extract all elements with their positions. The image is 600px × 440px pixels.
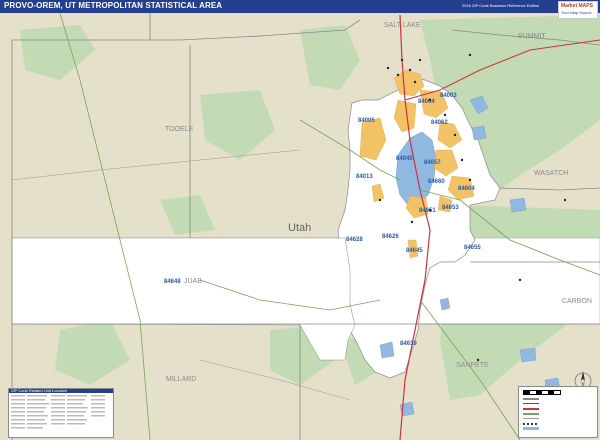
title-bar: PROVO-OREM, UT METROPOLITAN STATISTICAL … xyxy=(0,0,600,13)
map-title: PROVO-OREM, UT METROPOLITAN STATISTICAL … xyxy=(4,1,223,10)
publisher-logo: Market MAPS Your Map Source xyxy=(558,1,598,19)
zip-table-rows xyxy=(11,395,105,429)
zip-label-84013: 84013 xyxy=(356,174,373,180)
county-label-sanpete: SANPETE xyxy=(456,362,489,369)
map-canvas: SALT LAKE SUMMIT TOOELE WASATCH Utah JUA… xyxy=(0,13,600,440)
county-label-wasatch: WASATCH xyxy=(534,170,568,177)
legend-row-county xyxy=(523,397,593,400)
county-label-utah: Utah xyxy=(288,222,311,234)
edition-label: 2016 ZIP Code Business Reference Edition xyxy=(462,3,540,8)
zip-label-84648: 84648 xyxy=(164,279,181,285)
zip-label-84003: 84003 xyxy=(440,93,457,99)
zip-label-84604: 84604 xyxy=(458,186,475,192)
map-legend xyxy=(518,386,598,438)
zip-label-84005: 84005 xyxy=(358,118,375,124)
county-label-juab: JUAB xyxy=(184,278,202,285)
legend-row-us-highway xyxy=(523,412,593,415)
zip-label-84653: 84653 xyxy=(442,205,459,211)
zip-label-84045: 84045 xyxy=(396,156,413,162)
county-label-millard: MILLARD xyxy=(166,376,196,383)
zip-label-84639: 84639 xyxy=(400,341,417,347)
zip-label-84057: 84057 xyxy=(424,160,441,166)
zip-table-body xyxy=(9,393,113,434)
county-label-salt-lake: SALT LAKE xyxy=(384,22,421,29)
zip-label-84645: 84645 xyxy=(406,248,423,254)
zip-label-84660: 84660 xyxy=(428,179,445,185)
county-label-tooele: TOOELE xyxy=(165,126,194,133)
zip-label-84628: 84628 xyxy=(346,237,363,243)
zip-label-84655: 84655 xyxy=(464,245,481,251)
zip-label-84626: 84626 xyxy=(382,234,399,240)
zip-code-table: ZIP Code Related Unit Location xyxy=(8,388,114,438)
legend-row-water xyxy=(523,427,593,430)
logo-subtext: Your Map Source xyxy=(561,10,592,15)
scale-bar xyxy=(523,390,561,395)
legend-row-state-road xyxy=(523,417,593,420)
legend-row-interstate xyxy=(523,407,593,410)
zip-label-84004: 84004 xyxy=(418,99,435,105)
legend-row-zip xyxy=(523,402,593,405)
county-label-carbon: CARBON xyxy=(562,298,592,305)
logo-text: Market MAPS xyxy=(561,3,593,9)
county-label-summit: SUMMIT xyxy=(518,33,546,40)
zip-label-84062: 84062 xyxy=(431,120,448,126)
map-page: PROVO-OREM, UT METROPOLITAN STATISTICAL … xyxy=(0,0,600,440)
zip-label-84651: 84651 xyxy=(419,208,436,214)
legend-row-railroad xyxy=(523,422,593,425)
